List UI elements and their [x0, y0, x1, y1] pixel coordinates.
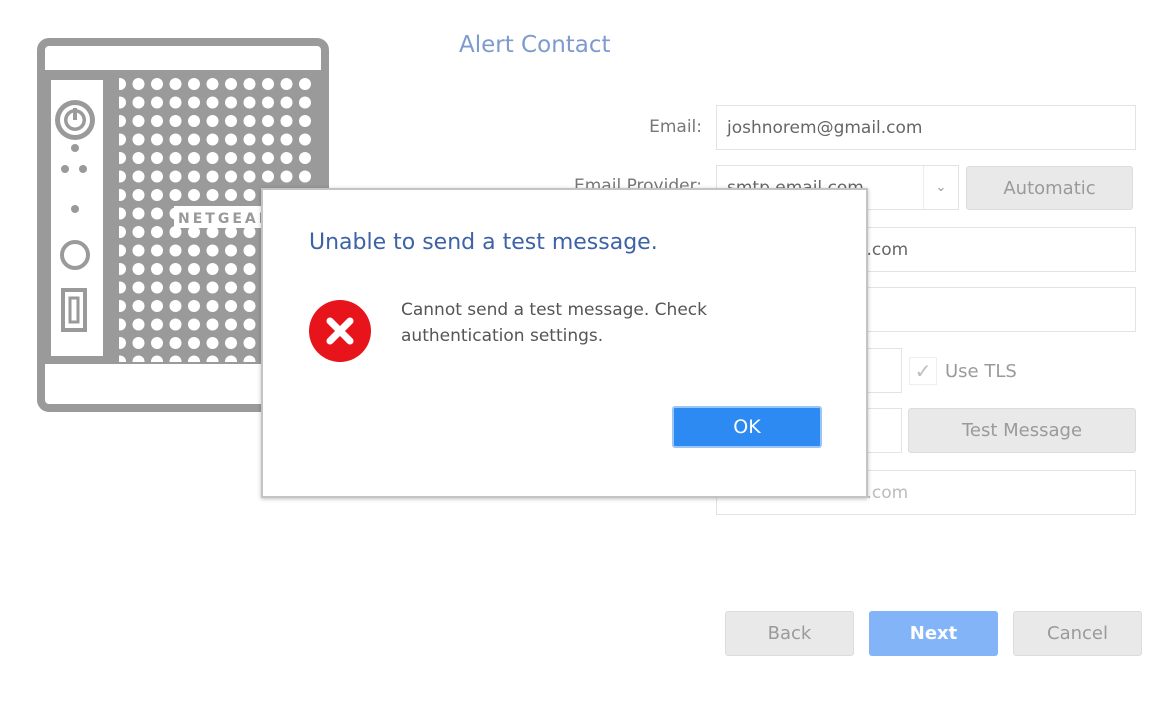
use-tls-label: Use TLS [945, 361, 1017, 382]
page-title: Alert Contact [459, 32, 611, 58]
error-dialog: Unable to send a test message. Cannot se… [261, 188, 868, 498]
chevron-down-icon[interactable]: ⌄ [923, 166, 958, 209]
checkmark-icon: ✓ [914, 359, 932, 383]
back-button[interactable]: Back [725, 611, 854, 656]
dialog-title: Unable to send a test message. [309, 230, 658, 255]
email-label: Email: [649, 117, 702, 137]
ok-button[interactable]: OK [672, 406, 822, 448]
cancel-button[interactable]: Cancel [1013, 611, 1142, 656]
power-icon [55, 100, 95, 140]
next-button[interactable]: Next [869, 611, 998, 656]
netgear-logo-text: NETGEAR [178, 211, 273, 227]
automatic-button[interactable]: Automatic [966, 166, 1133, 210]
test-message-button[interactable]: Test Message [908, 408, 1136, 453]
dialog-message: Cannot send a test message. Check authen… [401, 300, 707, 346]
email-input[interactable]: joshnorem@gmail.com [716, 105, 1136, 150]
error-icon [309, 300, 371, 362]
use-tls-checkbox[interactable]: ✓ [909, 357, 937, 385]
